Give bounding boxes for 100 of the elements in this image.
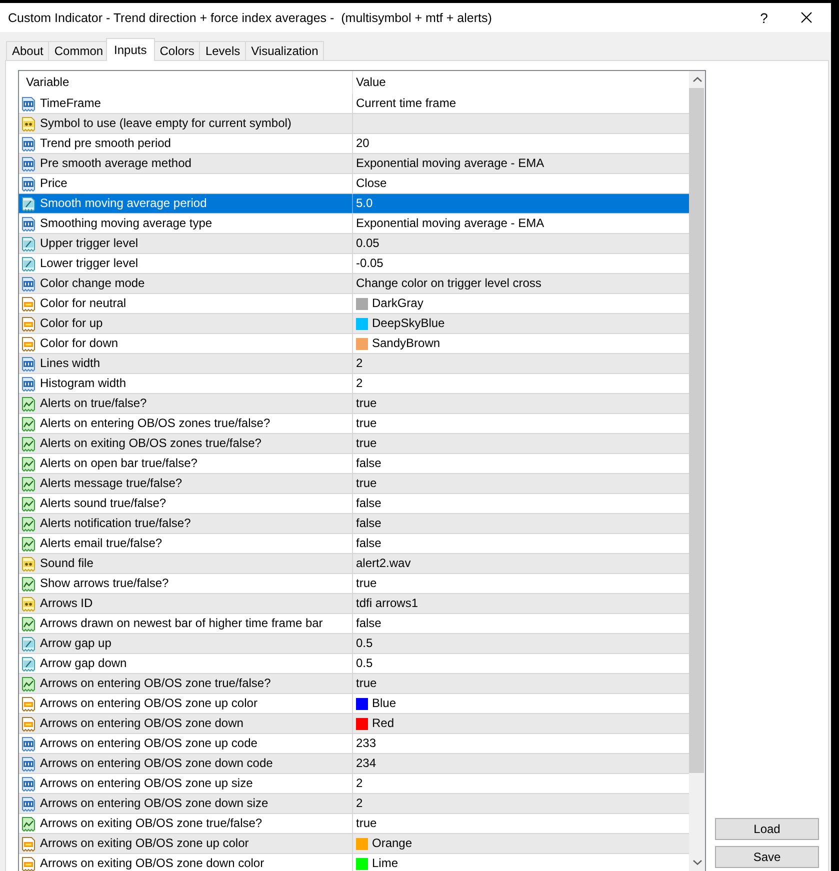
scrollbar-thumb[interactable] [689, 88, 704, 773]
parameter-row[interactable]: Arrow gap up 0.5 [19, 634, 689, 654]
parameter-value: DarkGray [372, 297, 424, 310]
numbers-icon [21, 96, 36, 112]
parameter-row[interactable]: Color for down SandyBrown [19, 334, 689, 354]
column-header[interactable]: Variable [19, 71, 352, 94]
parameter-name: Arrows on entering OB/OS zone down [40, 717, 244, 730]
parameter-row[interactable]: Lower trigger level -0.05 [19, 254, 689, 274]
parameter-name: Lower trigger level [40, 257, 138, 270]
parameter-row[interactable]: Alerts on exiting OB/OS zones true/false? true [19, 434, 689, 454]
parameter-row[interactable]: Arrows on entering OB/OS zone up color Blue [19, 694, 689, 714]
parameter-row[interactable]: Smooth moving average period 5.0 [19, 194, 689, 214]
parameter-row[interactable]: Color for neutral DarkGray [19, 294, 689, 314]
parameter-name: Arrows on entering OB/OS zone down code [40, 757, 273, 770]
color-icon [21, 336, 36, 352]
parameter-row[interactable]: Arrows drawn on newest bar of higher time frame bar false [19, 614, 689, 634]
parameter-value: 0.5 [356, 657, 373, 670]
chart-line-icon [21, 516, 36, 532]
chart-line-icon [21, 816, 36, 832]
parameter-name: Alerts on open bar true/false? [40, 457, 198, 470]
numbers-icon [21, 136, 36, 152]
parameter-row[interactable]: Price Close [19, 174, 689, 194]
parameter-name: Arrows on entering OB/OS zone up color [40, 697, 258, 710]
parameter-value: Orange [372, 837, 412, 850]
parameter-row[interactable]: Alerts message true/false? true [19, 474, 689, 494]
action-button[interactable]: Load [715, 818, 819, 840]
parameter-row[interactable]: Sound file alert2.wav [19, 554, 689, 574]
tab[interactable]: Inputs [106, 38, 155, 61]
parameter-row[interactable]: Arrows ID tdfi arrows1 [19, 594, 689, 614]
tab[interactable]: About [6, 41, 50, 60]
parameter-name: Arrows on exiting OB/OS zone down color [40, 857, 264, 870]
parameter-row[interactable]: Alerts notification true/false? false [19, 514, 689, 534]
parameter-row[interactable]: Trend pre smooth period 20 [19, 134, 689, 154]
parameter-name: Alerts on exiting OB/OS zones true/false? [40, 437, 262, 450]
parameter-row[interactable]: Arrow gap down 0.5 [19, 654, 689, 674]
parameter-row[interactable]: Color for up DeepSkyBlue [19, 314, 689, 334]
parameter-row[interactable]: Pre smooth average method Exponential moving average - EMA [19, 154, 689, 174]
parameter-row[interactable]: Alerts email true/false? false [19, 534, 689, 554]
color-icon [21, 296, 36, 312]
parameter-row[interactable]: Arrows on entering OB/OS zone down Red [19, 714, 689, 734]
parameter-value: Close [356, 177, 387, 190]
parameter-name: Arrows on entering OB/OS zone up size [40, 777, 253, 790]
parameter-value: 2 [356, 357, 363, 370]
parameter-name: Color change mode [40, 277, 145, 290]
parameter-name: Arrows ID [40, 597, 93, 610]
parameter-name: Color for up [40, 317, 103, 330]
parameter-name: Trend pre smooth period [40, 137, 171, 150]
numbers-icon [21, 356, 36, 372]
window-title: Custom Indicator - Trend direction + force index averages - (multisymbol + mtf + alerts) [7, 10, 493, 26]
parameter-row[interactable]: Arrows on entering OB/OS zone down code 234 [19, 754, 689, 774]
parameter-name: Alerts email true/false? [40, 537, 162, 550]
parameter-name: Arrow gap down [40, 657, 127, 670]
parameter-value: false [356, 537, 382, 550]
parameter-row[interactable]: Histogram width 2 [19, 374, 689, 394]
parameter-row[interactable]: Arrows on exiting OB/OS zone true/false? true [19, 814, 689, 834]
parameter-value: tdfi arrows1 [356, 597, 418, 610]
parameter-row[interactable]: Symbol to use (leave empty for current symbol) [19, 114, 689, 134]
parameter-value: false [356, 457, 382, 470]
parameter-row[interactable]: Color change mode Change color on trigger level cross [19, 274, 689, 294]
color-icon [21, 316, 36, 332]
parameter-row[interactable]: Arrows on entering OB/OS zone down size 2 [19, 794, 689, 814]
parameter-value: SandyBrown [372, 337, 440, 350]
parameter-row[interactable]: Arrows on exiting OB/OS zone up color Orange [19, 834, 689, 854]
parameter-row[interactable]: Arrows on entering OB/OS zone true/false? true [19, 674, 689, 694]
parameter-value: alert2.wav [356, 557, 411, 570]
parameter-name: Histogram width [40, 377, 126, 390]
parameter-row[interactable]: Alerts sound true/false? false [19, 494, 689, 514]
parameter-value: DeepSkyBlue [372, 317, 445, 330]
color-icon [21, 696, 36, 712]
parameter-name: Alerts notification true/false? [40, 517, 191, 530]
parameter-value: 233 [356, 737, 376, 750]
tab[interactable]: Visualization [245, 41, 324, 60]
parameter-name: Smoothing moving average type [40, 217, 212, 230]
parameter-value: 20 [356, 137, 370, 150]
parameter-value: Change color on trigger level cross [356, 277, 542, 290]
parameter-value: true [356, 817, 377, 830]
parameter-value: -0.05 [356, 257, 384, 270]
parameter-row[interactable]: Alerts on open bar true/false? false [19, 454, 689, 474]
parameter-row[interactable]: Upper trigger level 0.05 [19, 234, 689, 254]
help-button[interactable]: ? [743, 3, 785, 32]
parameter-name: Color for down [40, 337, 118, 350]
parameter-row[interactable]: TimeFrame Current time frame [19, 94, 689, 114]
parameter-row[interactable]: Show arrows true/false? true [19, 574, 689, 594]
parameter-name: Alerts sound true/false? [40, 497, 166, 510]
action-button[interactable]: Save [715, 846, 819, 868]
parameter-value: Lime [372, 857, 398, 870]
chart-line-icon [21, 476, 36, 492]
parameter-row[interactable]: Alerts on entering OB/OS zones true/false? true [19, 414, 689, 434]
parameter-name: TimeFrame [40, 97, 101, 110]
close-icon [800, 12, 812, 23]
parameter-row[interactable]: Lines width 2 [19, 354, 689, 374]
parameter-row[interactable]: Alerts on true/false? true [19, 394, 689, 414]
numbers-icon [21, 736, 36, 752]
chart-line-icon [21, 396, 36, 412]
parameter-row[interactable]: Arrows on entering OB/OS zone up code 233 [19, 734, 689, 754]
parameter-row[interactable]: Arrows on entering OB/OS zone up size 2 [19, 774, 689, 794]
fraction-icon [21, 196, 36, 212]
parameter-row[interactable]: Smoothing moving average type Exponential moving average - EMA [19, 214, 689, 234]
parameter-name: Arrows drawn on newest bar of higher time frame bar [40, 617, 323, 630]
numbers-icon [21, 796, 36, 812]
